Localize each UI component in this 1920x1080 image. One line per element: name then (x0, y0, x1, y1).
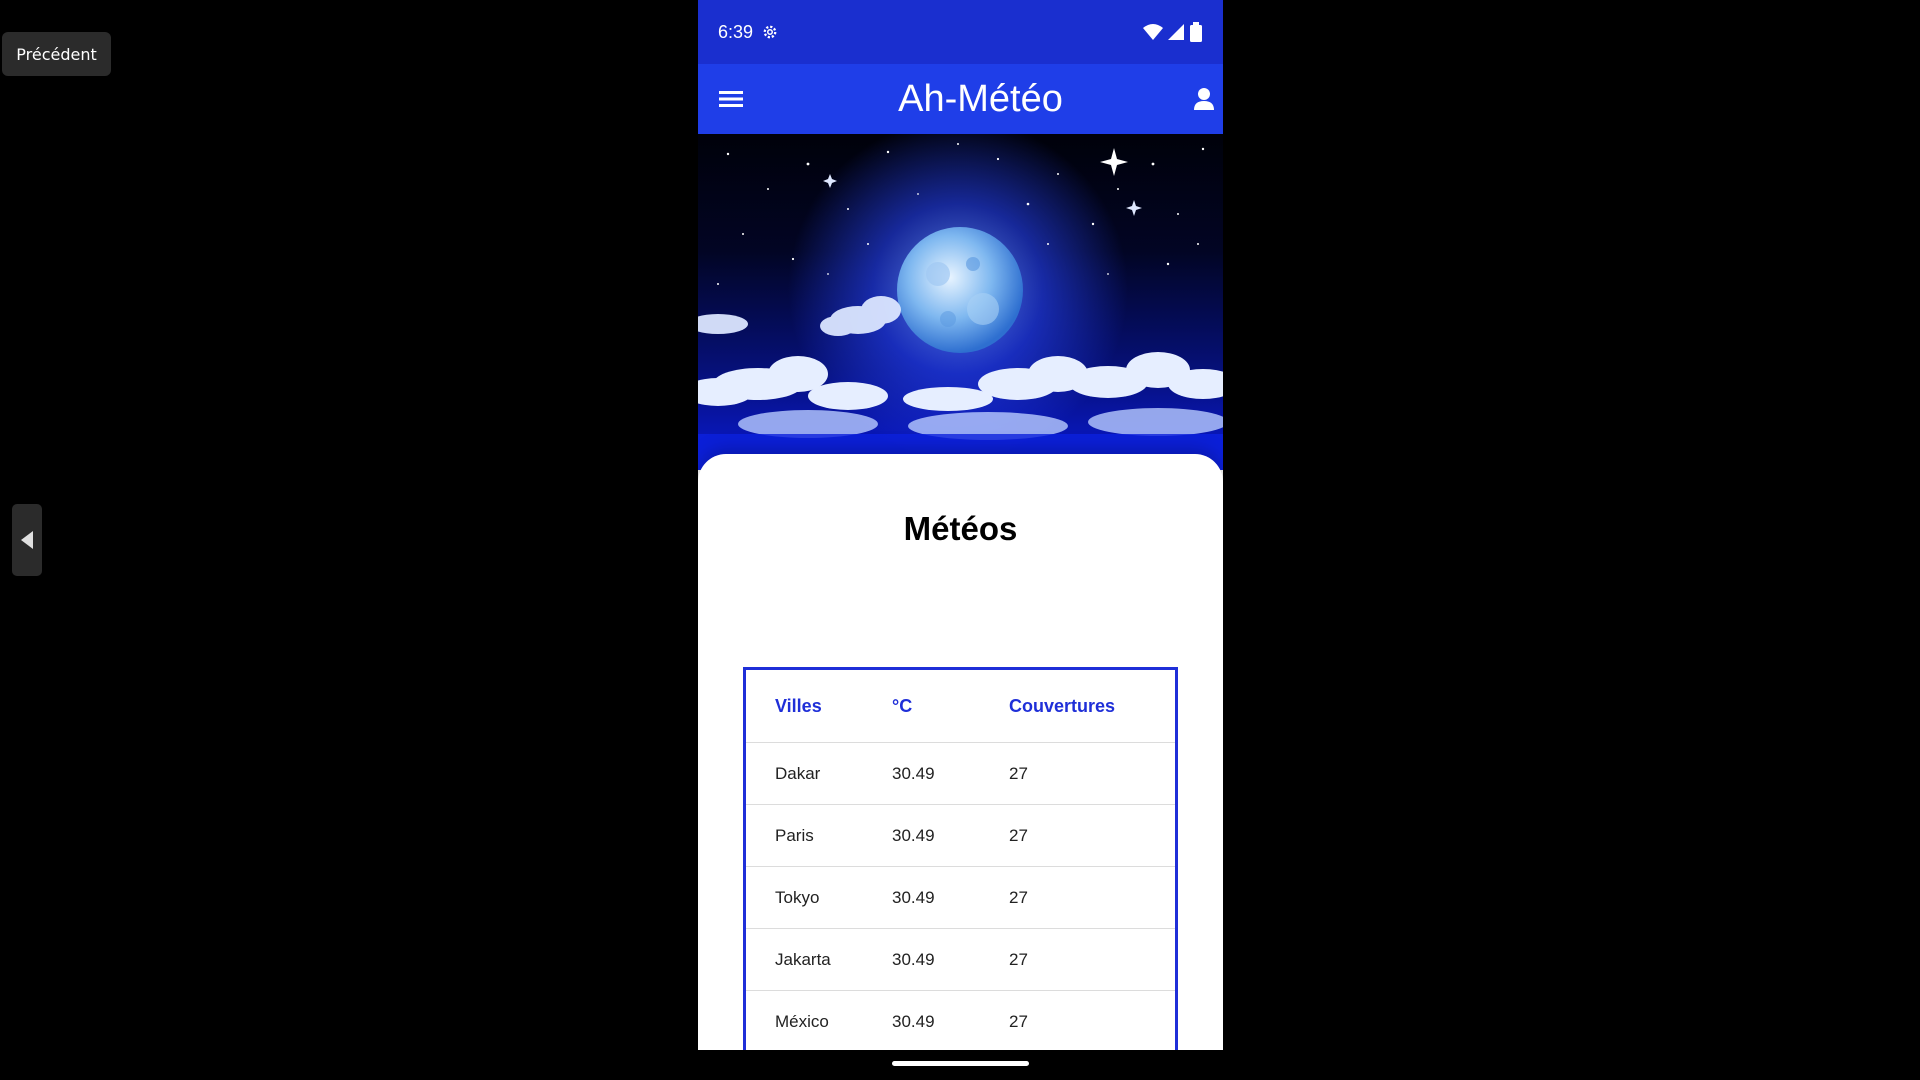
cell-coverage: 27 (1009, 887, 1028, 907)
app-bar: Ah-Météo (698, 64, 1223, 134)
status-bar: 6:39 (698, 0, 1223, 64)
app-title: Ah-Météo (898, 78, 1063, 120)
user-profile-button[interactable] (1189, 84, 1219, 114)
table-header-row: Villes °C Couvertures (746, 670, 1175, 743)
cell-coverage: 27 (1009, 949, 1028, 969)
user-profile-icon (1194, 88, 1214, 110)
table-row[interactable]: Tokyo 30.49 27 (746, 867, 1175, 929)
phone-screen: 6:39 Ah-Météo Météos Villes °C Couvertur… (698, 0, 1223, 1050)
page-title: Météos (903, 510, 1018, 547)
cell-city: Dakar (775, 763, 821, 783)
cell-temperature: 30.49 (892, 825, 935, 845)
header-temperature: °C (892, 695, 913, 716)
cell-city: Paris (775, 825, 814, 845)
table-row[interactable]: Paris 30.49 27 (746, 805, 1175, 867)
back-tooltip: Précédent (2, 32, 111, 76)
table-row[interactable]: Jakarta 30.49 27 (746, 929, 1175, 991)
cell-coverage: 27 (1009, 825, 1028, 845)
signal-icon (1168, 24, 1184, 40)
night-sky-illustration (698, 143, 1223, 470)
cell-city: Jakarta (775, 949, 831, 969)
weather-table: Villes °C Couvertures Dakar 30.49 27 Par… (743, 667, 1178, 1050)
battery-icon (1190, 22, 1202, 42)
cell-temperature: 30.49 (892, 887, 935, 907)
triangle-left-icon (21, 531, 33, 549)
cell-temperature: 30.49 (892, 949, 935, 969)
table-row[interactable]: México 30.49 27 (746, 991, 1175, 1050)
header-cities: Villes (775, 695, 822, 716)
hero-night-sky-image (698, 134, 1223, 470)
cell-coverage: 27 (1009, 763, 1028, 783)
settings-gear-icon (763, 25, 777, 39)
home-indicator-bar[interactable] (892, 1061, 1029, 1066)
table-row[interactable]: Dakar 30.49 27 (746, 743, 1175, 805)
cell-coverage: 27 (1009, 1011, 1028, 1031)
weather-card: Météos Villes °C Couvertures Dakar 30.49… (698, 454, 1223, 1050)
wifi-icon (1143, 24, 1163, 40)
status-time: 6:39 (718, 21, 754, 42)
cell-temperature: 30.49 (892, 763, 935, 783)
cell-city: México (775, 1011, 829, 1031)
cell-city: Tokyo (775, 887, 820, 907)
cell-temperature: 30.49 (892, 1011, 935, 1031)
header-coverage: Couvertures (1009, 695, 1116, 716)
side-panel-handle[interactable] (12, 504, 42, 576)
